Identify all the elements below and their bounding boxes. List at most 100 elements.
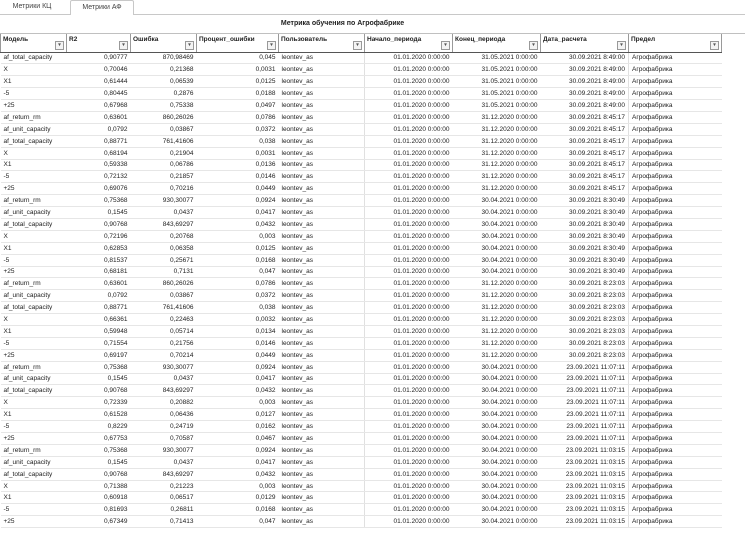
table-cell[interactable]: leontev_as (278, 194, 365, 208)
table-cell[interactable]: 0,0467 (196, 432, 279, 445)
table-row[interactable]: X 0,66361 0,22463 0,0032 leontev_as 01.01.202… (0, 313, 722, 326)
table-cell[interactable]: Агрофабрика (628, 325, 722, 338)
table-cell[interactable]: af_return_rm (0, 194, 67, 208)
table-cell[interactable]: Агрофабрика (628, 147, 722, 160)
table-cell[interactable]: 0,21368 (130, 63, 197, 77)
table-cell[interactable]: 01.01.2020 0:00:00 (364, 52, 453, 65)
table-cell[interactable]: 31.05.2021 0:00:00 (452, 87, 541, 101)
table-row[interactable]: af_total_capacity 0,90768 843,69297 0,0432 l… (0, 468, 722, 481)
table-cell[interactable]: +25 (0, 349, 67, 362)
table-cell[interactable]: 0,1545 (66, 456, 131, 469)
table-cell[interactable]: 30.04.2021 0:00:00 (452, 444, 541, 457)
table-cell[interactable]: af_total_capacity (0, 468, 67, 481)
table-row[interactable]: af_total_capacity 0,90768 843,69297 0,0432 l… (0, 384, 722, 398)
table-cell[interactable]: leontev_as (278, 52, 365, 65)
table-cell[interactable]: 0,60918 (66, 491, 131, 505)
table-cell[interactable]: X1 (0, 408, 67, 422)
table-cell[interactable]: Агрофабрика (628, 99, 722, 112)
table-cell[interactable]: 0,0134 (196, 325, 279, 338)
table-cell[interactable]: leontev_as (278, 159, 365, 172)
table-cell[interactable]: 0,0162 (196, 420, 279, 433)
table-cell[interactable]: leontev_as (278, 503, 365, 517)
table-cell[interactable]: Агрофабрика (628, 432, 722, 445)
table-cell[interactable]: 0,75338 (130, 99, 197, 112)
table-cell[interactable]: 843,69297 (130, 384, 197, 398)
table-cell[interactable]: 01.01.2020 0:00:00 (364, 325, 453, 338)
table-cell[interactable]: Агрофабрика (628, 444, 722, 457)
table-cell[interactable]: 01.01.2020 0:00:00 (364, 384, 453, 398)
table-cell[interactable]: 30.09.2021 8:49:00 (540, 52, 629, 65)
table-cell[interactable]: 01.01.2020 0:00:00 (364, 444, 453, 457)
table-cell[interactable]: af_total_capacity (0, 301, 67, 315)
table-cell[interactable]: leontev_as (278, 515, 365, 529)
table-cell[interactable]: leontev_as (278, 491, 365, 505)
table-cell[interactable]: leontev_as (278, 373, 365, 386)
table-cell[interactable]: 0,0924 (196, 444, 279, 457)
table-cell[interactable]: af_total_capacity (0, 218, 67, 231)
table-cell[interactable]: Агрофабрика (628, 289, 722, 303)
table-cell[interactable]: 30.04.2021 0:00:00 (452, 266, 541, 279)
table-cell[interactable]: 01.01.2020 0:00:00 (364, 313, 453, 326)
table-row[interactable]: +25 0,67753 0,70587 0,0467 leontev_as 01.01.2… (0, 432, 722, 445)
table-row[interactable]: +25 0,67349 0,71413 0,047 leontev_as 01.01.20… (0, 515, 722, 529)
table-cell[interactable]: 01.01.2020 0:00:00 (364, 218, 453, 231)
table-cell[interactable]: af_return_rm (0, 111, 67, 124)
table-cell[interactable]: -5 (0, 87, 67, 101)
table-cell[interactable]: leontev_as (278, 456, 365, 469)
table-cell[interactable]: leontev_as (278, 396, 365, 410)
table-cell[interactable]: Агрофабрика (628, 230, 722, 243)
table-row[interactable]: X1 0,61528 0,06436 0,0127 leontev_as 01.01.20… (0, 408, 722, 422)
table-cell[interactable]: 0,71388 (66, 480, 131, 493)
table-cell[interactable]: 30.09.2021 8:23:03 (540, 337, 629, 350)
table-cell[interactable]: 0,88771 (66, 135, 131, 148)
table-cell[interactable]: 31.12.2020 0:00:00 (452, 289, 541, 303)
table-cell[interactable]: 30.04.2021 0:00:00 (452, 480, 541, 493)
table-cell[interactable]: 0,0437 (130, 206, 197, 219)
table-cell[interactable]: 01.01.2020 0:00:00 (364, 468, 453, 481)
table-cell[interactable]: 01.01.2020 0:00:00 (364, 277, 453, 291)
table-row[interactable]: X 0,72339 0,20882 0,003 leontev_as 01.01.2020… (0, 396, 722, 410)
table-cell[interactable]: 01.01.2020 0:00:00 (364, 396, 453, 410)
table-cell[interactable]: 0,0129 (196, 491, 279, 505)
table-cell[interactable]: -5 (0, 420, 67, 433)
table-cell[interactable]: 01.01.2020 0:00:00 (364, 182, 453, 196)
table-cell[interactable]: 0,0786 (196, 277, 279, 291)
filter-dropdown-icon[interactable]: ▾ (119, 40, 128, 50)
table-cell[interactable]: 01.01.2020 0:00:00 (364, 408, 453, 422)
table-cell[interactable]: 23.09.2021 11:03:15 (540, 491, 629, 505)
table-cell[interactable]: 30.09.2021 8:49:00 (540, 75, 629, 89)
table-cell[interactable]: 01.01.2020 0:00:00 (364, 456, 453, 469)
table-cell[interactable]: 0,03867 (130, 289, 197, 303)
table-cell[interactable]: 30.04.2021 0:00:00 (452, 218, 541, 231)
table-cell[interactable]: X (0, 396, 67, 410)
table-cell[interactable]: Агрофабрика (628, 182, 722, 196)
table-cell[interactable]: +25 (0, 99, 67, 112)
column-header[interactable]: Модель ▾ (0, 34, 67, 53)
table-cell[interactable]: 0,0146 (196, 337, 279, 350)
table-cell[interactable]: 0,68194 (66, 147, 131, 160)
table-cell[interactable]: leontev_as (278, 480, 365, 493)
table-cell[interactable]: 31.12.2020 0:00:00 (452, 170, 541, 184)
table-cell[interactable]: Агрофабрика (628, 194, 722, 208)
table-cell[interactable]: 30.09.2021 8:30:49 (540, 254, 629, 267)
table-cell[interactable]: 30.04.2021 0:00:00 (452, 254, 541, 267)
table-cell[interactable]: 30.09.2021 8:23:03 (540, 349, 629, 362)
table-cell[interactable]: leontev_as (278, 63, 365, 77)
table-cell[interactable]: 0,0031 (196, 63, 279, 77)
column-header[interactable]: Начало_периода ▾ (364, 34, 453, 53)
table-cell[interactable]: 30.09.2021 8:30:49 (540, 266, 629, 279)
table-cell[interactable]: 01.01.2020 0:00:00 (364, 337, 453, 350)
table-cell[interactable]: 30.09.2021 8:30:49 (540, 242, 629, 255)
table-cell[interactable]: 30.09.2021 8:49:00 (540, 63, 629, 77)
table-cell[interactable]: +25 (0, 515, 67, 529)
table-row[interactable]: -5 0,72132 0,21857 0,0146 leontev_as 01.01.20… (0, 170, 722, 184)
table-cell[interactable]: X (0, 230, 67, 243)
table-cell[interactable]: Агрофабрика (628, 515, 722, 529)
table-cell[interactable]: 30.09.2021 8:30:49 (540, 218, 629, 231)
table-row[interactable]: +25 0,67968 0,75338 0,0497 leontev_as 01.01.2… (0, 99, 722, 112)
table-cell[interactable]: 30.04.2021 0:00:00 (452, 408, 541, 422)
table-cell[interactable]: -5 (0, 170, 67, 184)
table-cell[interactable]: 01.01.2020 0:00:00 (364, 194, 453, 208)
table-cell[interactable]: 30.09.2021 8:45:17 (540, 123, 629, 136)
table-cell[interactable]: 31.12.2020 0:00:00 (452, 111, 541, 124)
